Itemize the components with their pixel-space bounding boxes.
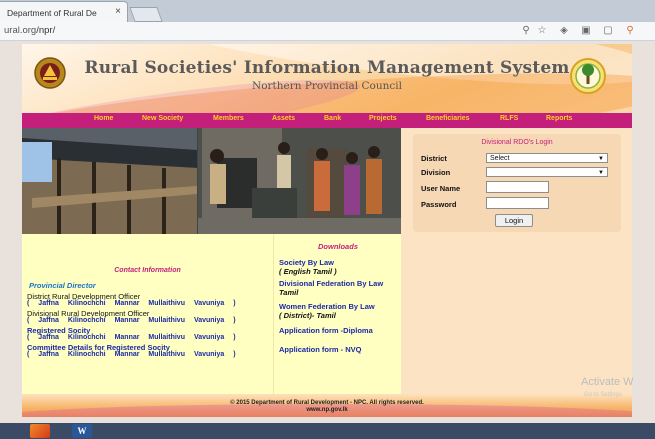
district-link-vavuniya[interactable]: Vavuniya	[194, 351, 224, 358]
district-link-kilinochchi[interactable]: Kilinochchi	[68, 317, 106, 324]
nav-projects[interactable]: Projects	[369, 115, 397, 122]
district-link-mullaithivu[interactable]: Mullaithivu	[148, 317, 185, 324]
committee-details-links: ( Jaffna Kilinochchi Mannar Mullaithivu …	[27, 351, 236, 358]
nav-bank[interactable]: Bank	[324, 115, 341, 122]
district-link-vavuniya[interactable]: Vavuniya	[194, 334, 224, 341]
district-link-mullaithivu[interactable]: Mullaithivu	[148, 351, 185, 358]
district-link-jaffna[interactable]: Jaffna	[38, 317, 59, 324]
district-link-vavuniya[interactable]: Vavuniya	[194, 300, 224, 307]
district-link-mannar[interactable]: Mannar	[115, 317, 140, 324]
page-subtitle: Northern Provincial Council	[252, 80, 402, 92]
taskbar: W	[0, 423, 655, 439]
registered-society-links: ( Jaffna Kilinochchi Mannar Mullaithivu …	[27, 334, 236, 341]
extension-icon[interactable]: ◈	[558, 25, 570, 37]
download-women-federation-by-law[interactable]: Women Federation By Law ( District)- Tam…	[279, 302, 375, 320]
star-icon[interactable]: ☆	[536, 25, 548, 37]
district-select[interactable]: Select ▼	[486, 153, 608, 163]
division-select[interactable]: ▼	[486, 167, 608, 177]
site-footer: © 2015 Department of Rural Development -…	[22, 394, 632, 417]
download-application-form-nvq[interactable]: Application form - NVQ	[279, 345, 362, 354]
username-input[interactable]	[486, 181, 549, 193]
screen-icon[interactable]: ▢	[602, 25, 614, 37]
district-officer-links: ( Jaffna Kilinochchi Mannar Mullaithivu …	[27, 300, 236, 307]
activate-windows-subtext: Go to Settings	[584, 392, 623, 398]
download-application-form-diploma[interactable]: Application form -Diploma	[279, 326, 373, 335]
url-text[interactable]: ural.org/npr/	[4, 25, 55, 36]
office-app-icon[interactable]	[30, 424, 50, 438]
nav-new-society[interactable]: New Society	[142, 115, 183, 122]
district-link-mannar[interactable]: Mannar	[115, 300, 140, 307]
page-title: Rural Societies' Information Management …	[84, 58, 570, 78]
district-link-mannar[interactable]: Mannar	[115, 334, 140, 341]
search-icon[interactable]: ⚲	[624, 25, 636, 37]
zoom-icon[interactable]: ⚲	[520, 25, 532, 37]
footer-copyright: © 2015 Department of Rural Development -…	[230, 400, 424, 406]
activate-windows-watermark: Activate W	[581, 376, 634, 388]
provincial-director-link[interactable]: Provincial Director	[29, 281, 96, 290]
username-label: User Name	[421, 184, 461, 193]
nav-home[interactable]: Home	[94, 115, 113, 122]
district-link-kilinochchi[interactable]: Kilinochchi	[68, 334, 106, 341]
url-path: /npr/	[36, 25, 56, 36]
district-link-kilinochchi[interactable]: Kilinochchi	[68, 351, 106, 358]
district-label: District	[421, 154, 447, 163]
password-input[interactable]	[486, 197, 549, 209]
division-label: Division	[421, 168, 451, 177]
url-host: ural.org	[4, 25, 37, 36]
district-link-kilinochchi[interactable]: Kilinochchi	[68, 300, 106, 307]
district-link-jaffna[interactable]: Jaffna	[38, 351, 59, 358]
nav-members[interactable]: Members	[213, 115, 244, 122]
divisional-officer-links: ( Jaffna Kilinochchi Mannar Mullaithivu …	[27, 317, 236, 324]
login-title: Divisional RDO's Login	[481, 139, 553, 146]
close-icon[interactable]: ×	[115, 6, 121, 17]
cast-icon[interactable]: ▣	[580, 25, 592, 37]
chevron-down-icon: ▼	[598, 170, 604, 176]
nav-assets[interactable]: Assets	[272, 115, 295, 122]
login-form: Divisional RDO's Login District Select ▼…	[413, 134, 621, 232]
downloads-title: Downloads	[317, 242, 358, 251]
contact-section: Contact Information Provincial Director …	[22, 234, 273, 394]
chevron-down-icon: ▼	[598, 156, 604, 162]
district-link-mullaithivu[interactable]: Mullaithivu	[148, 334, 185, 341]
download-divisional-federation-by-law[interactable]: Divisional Federation By Law Tamil	[279, 279, 383, 297]
district-link-vavuniya[interactable]: Vavuniya	[194, 317, 224, 324]
browser-tab-title: Department of Rural De	[7, 8, 97, 18]
district-link-mullaithivu[interactable]: Mullaithivu	[148, 300, 185, 307]
browser-tab-bar: Department of Rural De ×	[0, 0, 655, 23]
download-society-by-law[interactable]: Society By Law ( English Tamil )	[279, 258, 337, 276]
browser-tab[interactable]: Department of Rural De ×	[0, 1, 128, 23]
header-photo	[22, 128, 401, 234]
login-panel: Divisional RDO's Login District Select ▼…	[401, 128, 632, 394]
new-tab-button[interactable]	[129, 7, 163, 22]
district-link-mannar[interactable]: Mannar	[115, 351, 140, 358]
nav-reports[interactable]: Reports	[546, 115, 572, 122]
footer-text: © 2015 Department of Rural Development -…	[22, 400, 632, 414]
main-nav: Home New Society Members Assets Bank Pro…	[22, 113, 632, 128]
site-container: Rural Societies' Information Management …	[22, 44, 632, 417]
district-select-value: Select	[490, 155, 510, 162]
site-banner: Rural Societies' Information Management …	[22, 44, 632, 113]
password-label: Password	[421, 200, 457, 209]
login-button[interactable]: Login	[495, 214, 533, 227]
downloads-section: Downloads Society By Law ( English Tamil…	[273, 234, 401, 394]
nav-rlfs[interactable]: RLFS	[500, 115, 518, 122]
nav-beneficiaries[interactable]: Beneficiaries	[426, 115, 470, 122]
word-app-icon[interactable]: W	[72, 424, 92, 438]
footer-website[interactable]: www.np.gov.lk	[22, 407, 632, 414]
contact-title: Contact Information	[114, 267, 181, 274]
address-bar[interactable]: ural.org/npr/ ⚲ ☆ ◈ ▣ ▢ ⚲	[0, 22, 655, 41]
district-link-jaffna[interactable]: Jaffna	[38, 300, 59, 307]
district-link-jaffna[interactable]: Jaffna	[38, 334, 59, 341]
